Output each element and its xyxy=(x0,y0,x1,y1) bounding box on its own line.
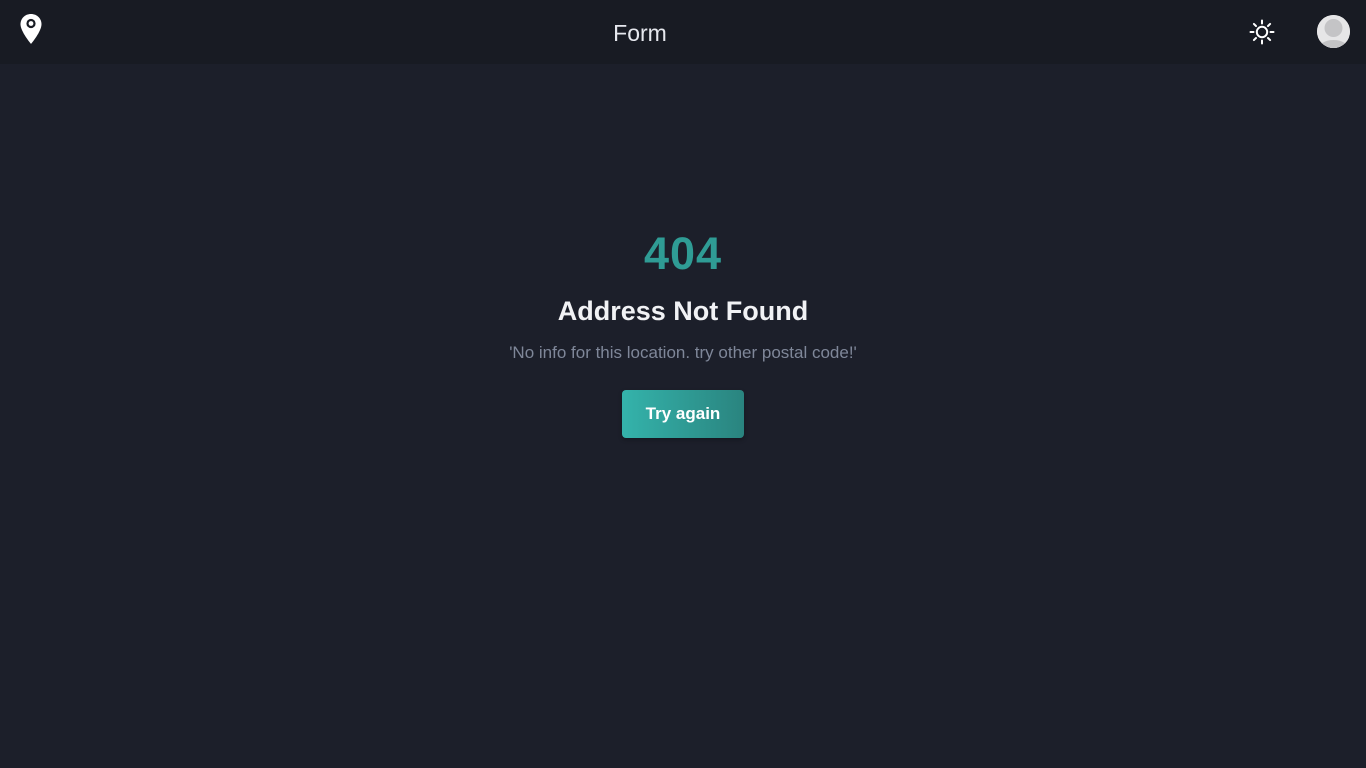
not-found-section: 404 Address Not Found 'No info for this … xyxy=(0,64,1366,768)
error-title: Address Not Found xyxy=(557,296,809,326)
app-title: Form xyxy=(613,20,667,46)
sun-icon[interactable] xyxy=(1248,18,1276,46)
user-avatar-icon[interactable] xyxy=(1317,15,1350,48)
error-code: 404 xyxy=(643,228,723,279)
error-message: 'No info for this location. try other po… xyxy=(509,343,857,362)
top-navbar: Form xyxy=(0,0,1366,64)
try-again-button[interactable]: Try again xyxy=(622,390,744,438)
